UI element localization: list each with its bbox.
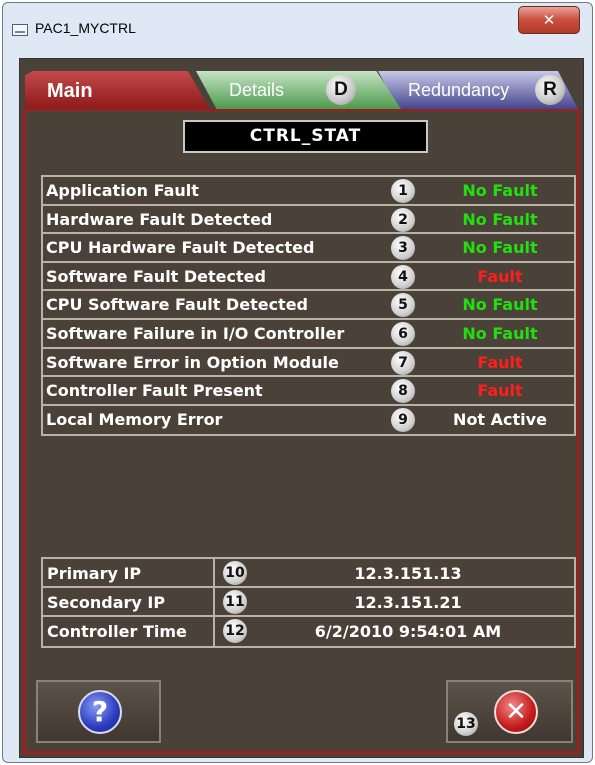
callout-badge: 4 (391, 264, 415, 289)
info-value: 12.3.151.21 (354, 593, 462, 612)
callout-badge: 5 (391, 293, 415, 318)
status-value: Fault (477, 266, 523, 286)
window-app-icon (12, 24, 28, 36)
status-row: Hardware Fault Detected 2 No Fault (43, 206, 574, 235)
status-value: No Fault (462, 181, 538, 200)
info-label: Controller Time (47, 622, 187, 641)
tab-redundancy-label: Redundancy (408, 80, 510, 100)
exit-button[interactable]: 13 ✕ (446, 680, 573, 743)
status-value: No Fault (462, 209, 538, 229)
title-bar[interactable]: PAC1_MYCTRL ✕ (3, 3, 592, 43)
exit-icon: ✕ (494, 690, 538, 734)
callout-badge: 2 (391, 207, 415, 232)
status-label: Software Failure in I/O Controller (46, 323, 345, 343)
column-divider (213, 588, 215, 615)
info-row: Controller Time 12 6/2/2010 9:54:01 AM (43, 617, 574, 646)
status-row: Application Fault 1 No Fault (43, 177, 574, 206)
window-title: PAC1_MYCTRL (35, 20, 136, 36)
status-label: Controller Fault Present (46, 381, 263, 401)
close-icon: ✕ (542, 11, 556, 29)
status-value: Fault (477, 381, 523, 401)
status-value: No Fault (462, 238, 538, 258)
status-label: Application Fault (46, 181, 199, 200)
status-label: CPU Software Fault Detected (46, 295, 308, 315)
column-divider (213, 617, 215, 646)
tab-main[interactable]: Main (25, 71, 210, 109)
info-label: Secondary IP (47, 593, 166, 612)
main-tab-content: CTRL_STAT Application Fault 1 No Fault Hard… (23, 108, 580, 754)
status-row: Software Failure in I/O Controller 6 No Fa… (43, 320, 574, 349)
faceplate-panel: Redundancy R Details D Main CTRL_STAT Ap… (19, 58, 584, 758)
status-row: Controller Fault Present 8 Fault (43, 377, 574, 406)
tab-details-shortcut-badge: D (326, 75, 356, 105)
status-value: Fault (477, 352, 523, 372)
status-label: Hardware Fault Detected (46, 209, 273, 229)
callout-badge: 13 (454, 712, 478, 736)
status-row: Software Fault Detected 4 Fault (43, 263, 574, 292)
status-row: CPU Hardware Fault Detected 3 No Fault (43, 234, 574, 263)
tab-details[interactable]: Details D (196, 71, 401, 109)
status-row: Software Error in Option Module 7 Fault (43, 349, 574, 378)
callout-badge: 7 (391, 350, 415, 375)
callout-badge: 6 (391, 321, 415, 346)
status-label: Local Memory Error (46, 409, 223, 429)
callout-badge: 12 (223, 619, 247, 643)
ctrl-stat-header: CTRL_STAT (183, 120, 428, 153)
help-button[interactable]: ? (36, 680, 161, 743)
status-label: CPU Hardware Fault Detected (46, 238, 315, 258)
info-label: Primary IP (47, 564, 142, 583)
callout-badge: 11 (223, 590, 247, 614)
info-row: Primary IP 10 12.3.151.13 (43, 559, 574, 588)
status-value: No Fault (462, 323, 538, 343)
callout-badge: 8 (391, 379, 415, 404)
info-table: Primary IP 10 12.3.151.13 Secondary IP 11 12.… (41, 557, 576, 648)
dialog-window: PAC1_MYCTRL ✕ Redundancy R Details D Mai… (2, 2, 593, 763)
status-label: Software Error in Option Module (46, 352, 339, 372)
help-icon: ? (78, 690, 122, 734)
tab-details-label: Details (229, 80, 285, 100)
status-row: CPU Software Fault Detected 5 No Fault (43, 291, 574, 320)
status-label: Software Fault Detected (46, 266, 266, 286)
info-value: 12.3.151.13 (354, 564, 462, 583)
status-value: Not Active (453, 409, 547, 429)
tab-redundancy[interactable]: Redundancy R (378, 71, 578, 109)
tab-redundancy-shortcut-badge: R (535, 75, 565, 105)
status-row: Local Memory Error 9 Not Active (43, 406, 574, 435)
column-divider (213, 559, 215, 586)
status-value: No Fault (462, 295, 538, 315)
info-value: 6/2/2010 9:54:01 AM (314, 622, 502, 641)
callout-badge: 1 (391, 179, 415, 203)
tab-main-label: Main (47, 80, 93, 102)
status-table: Application Fault 1 No Fault Hardware Fault… (41, 175, 576, 437)
callout-badge: 9 (391, 407, 415, 432)
callout-badge: 3 (391, 236, 415, 261)
info-row: Secondary IP 11 12.3.151.21 (43, 588, 574, 617)
callout-badge: 10 (223, 561, 247, 585)
window-close-button[interactable]: ✕ (518, 6, 580, 34)
